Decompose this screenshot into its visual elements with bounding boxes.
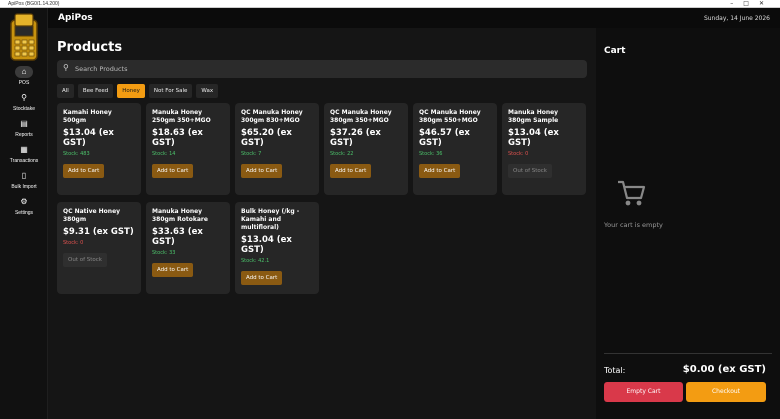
filter-not-for-sale[interactable]: Not For Sale — [148, 84, 193, 98]
product-price: $37.26 (ex GST) — [330, 128, 381, 148]
sidebar: ⌂ POS ⚲ Stocktake ▤ Reports ▦ Transactio… — [0, 8, 48, 419]
search-icon: ⚲ — [63, 63, 69, 72]
sidebar-item-transactions[interactable]: ▦ Transactions — [0, 144, 48, 164]
product-price: $18.63 (ex GST) — [152, 128, 203, 148]
sidebar-item-settings[interactable]: ⚙ Settings — [0, 196, 48, 216]
product-name: Bulk Honey (/kg - Kamahi and multifloral… — [241, 208, 300, 231]
product-card[interactable]: Manuka Honey 380gm Rotokare $33.63 (ex G… — [146, 202, 230, 294]
product-card[interactable]: QC Manuka Honey 380gm 550+MGO $46.57 (ex… — [413, 103, 497, 195]
product-card[interactable]: Manuka Honey 250gm 350+MGO $18.63 (ex GS… — [146, 103, 230, 195]
search-input[interactable] — [75, 60, 575, 78]
add-to-cart-button[interactable]: Add to Cart — [152, 164, 194, 178]
cart-panel: Cart Your cart is empty Total: $0.00 (ex… — [596, 28, 780, 419]
sidebar-item-label: POS — [18, 80, 30, 86]
out-of-stock-button: Out of Stock — [63, 253, 107, 267]
search-bar: ⚲ — [57, 60, 587, 78]
app-name: ApiPos — [58, 13, 93, 23]
product-stock: Stock: 14 — [152, 151, 176, 157]
product-stock: Stock: 0 — [63, 240, 84, 246]
add-to-cart-button[interactable]: Add to Cart — [152, 263, 194, 277]
product-card[interactable]: Kamahi Honey 500gm $13.04 (ex GST) Stock… — [57, 103, 141, 195]
pos-terminal-logo-icon — [10, 13, 38, 61]
filter-honey[interactable]: Honey — [117, 84, 145, 98]
sidebar-item-reports[interactable]: ▤ Reports — [0, 118, 48, 138]
product-stock: Stock: 0 — [508, 151, 529, 157]
out-of-stock-button: Out of Stock — [508, 164, 552, 178]
product-card[interactable]: QC Manuka Honey 380gm 350+MGO $37.26 (ex… — [324, 103, 408, 195]
home-icon: ⌂ — [15, 66, 33, 78]
sidebar-item-label: Transactions — [9, 158, 39, 164]
product-price: $33.63 (ex GST) — [152, 227, 203, 247]
cart-divider — [604, 353, 772, 354]
product-name: QC Native Honey 380gm — [63, 208, 121, 223]
product-price: $9.31 (ex GST) — [63, 227, 134, 237]
sidebar-item-stocktake[interactable]: ⚲ Stocktake — [0, 92, 48, 112]
product-price: $46.57 (ex GST) — [419, 128, 470, 148]
product-card: Manuka Honey 380gm Sample $13.04 (ex GST… — [502, 103, 586, 195]
window-titlebar: ApiPos (BG0/1.14.200) –□✕ — [0, 0, 780, 8]
sidebar-item-label: Settings — [14, 210, 34, 216]
filter-bee-feed[interactable]: Bee Feed — [77, 84, 114, 98]
chart-icon: ▤ — [20, 119, 28, 128]
shopping-cart-icon — [618, 180, 646, 206]
filter-wax[interactable]: Wax — [196, 84, 219, 98]
product-price: $13.04 (ex GST) — [63, 128, 114, 148]
sidebar-item-label: Reports — [15, 132, 33, 138]
product-name: QC Manuka Honey 380gm 350+MGO — [330, 109, 392, 124]
product-name: QC Manuka Honey 380gm 550+MGO — [419, 109, 481, 124]
product-name: Kamahi Honey 500gm — [63, 109, 112, 124]
product-stock: Stock: 36 — [419, 151, 443, 157]
product-stock: Stock: 7 — [241, 151, 262, 157]
product-stock: Stock: 33 — [152, 250, 176, 256]
product-card[interactable]: Bulk Honey (/kg - Kamahi and multifloral… — [235, 202, 319, 294]
add-to-cart-button[interactable]: Add to Cart — [63, 164, 105, 178]
cart-total-value: $0.00 (ex GST) — [682, 364, 766, 375]
product-stock: Stock: 22 — [330, 151, 354, 157]
product-price: $13.04 (ex GST) — [241, 235, 292, 255]
add-to-cart-button[interactable]: Add to Cart — [241, 164, 283, 178]
product-name: Manuka Honey 380gm Sample — [508, 109, 559, 124]
filter-all[interactable]: All — [57, 84, 74, 98]
add-to-cart-button[interactable]: Add to Cart — [241, 271, 283, 285]
product-price: $65.20 (ex GST) — [241, 128, 292, 148]
page-title: Products — [57, 40, 123, 55]
product-name: Manuka Honey 250gm 350+MGO — [152, 109, 211, 124]
app-header: ApiPos Sunday, 14 June 2026 — [48, 8, 780, 28]
file-icon: ▯ — [21, 171, 27, 180]
products-panel: Products ⚲ All Bee Feed Honey Not For Sa… — [48, 28, 596, 419]
window-title: ApiPos (BG0/1.14.200) — [8, 1, 60, 7]
window-controls[interactable]: –□✕ — [730, 0, 774, 8]
category-filters: All Bee Feed Honey Not For Sale Wax — [57, 84, 219, 98]
product-name: Manuka Honey 380gm Rotokare — [152, 208, 208, 223]
cart-total-label: Total: — [604, 366, 626, 375]
sidebar-item-bulk-import[interactable]: ▯ Bulk Import — [0, 170, 48, 190]
current-date: Sunday, 14 June 2026 — [703, 15, 770, 22]
gear-icon: ⚙ — [20, 197, 28, 206]
cart-empty-message: Your cart is empty — [604, 221, 663, 229]
product-price: $13.04 (ex GST) — [508, 128, 559, 148]
empty-cart-button[interactable]: Empty Cart — [604, 382, 683, 402]
product-stock: Stock: 483 — [63, 151, 90, 157]
add-to-cart-button[interactable]: Add to Cart — [419, 164, 461, 178]
product-stock: Stock: 42.1 — [241, 258, 270, 264]
product-card[interactable]: QC Manuka Honey 300gm 830+MGO $65.20 (ex… — [235, 103, 319, 195]
receipt-icon: ▦ — [20, 145, 28, 154]
sidebar-item-pos[interactable]: ⌂ POS — [0, 66, 48, 86]
cart-title: Cart — [604, 46, 626, 56]
product-card: QC Native Honey 380gm $9.31 (ex GST) Sto… — [57, 202, 141, 294]
product-name: QC Manuka Honey 300gm 830+MGO — [241, 109, 303, 124]
sidebar-item-label: Bulk Import — [11, 184, 37, 190]
search-icon: ⚲ — [21, 93, 27, 102]
sidebar-item-label: Stocktake — [13, 106, 35, 112]
checkout-button[interactable]: Checkout — [686, 382, 766, 402]
add-to-cart-button[interactable]: Add to Cart — [330, 164, 372, 178]
